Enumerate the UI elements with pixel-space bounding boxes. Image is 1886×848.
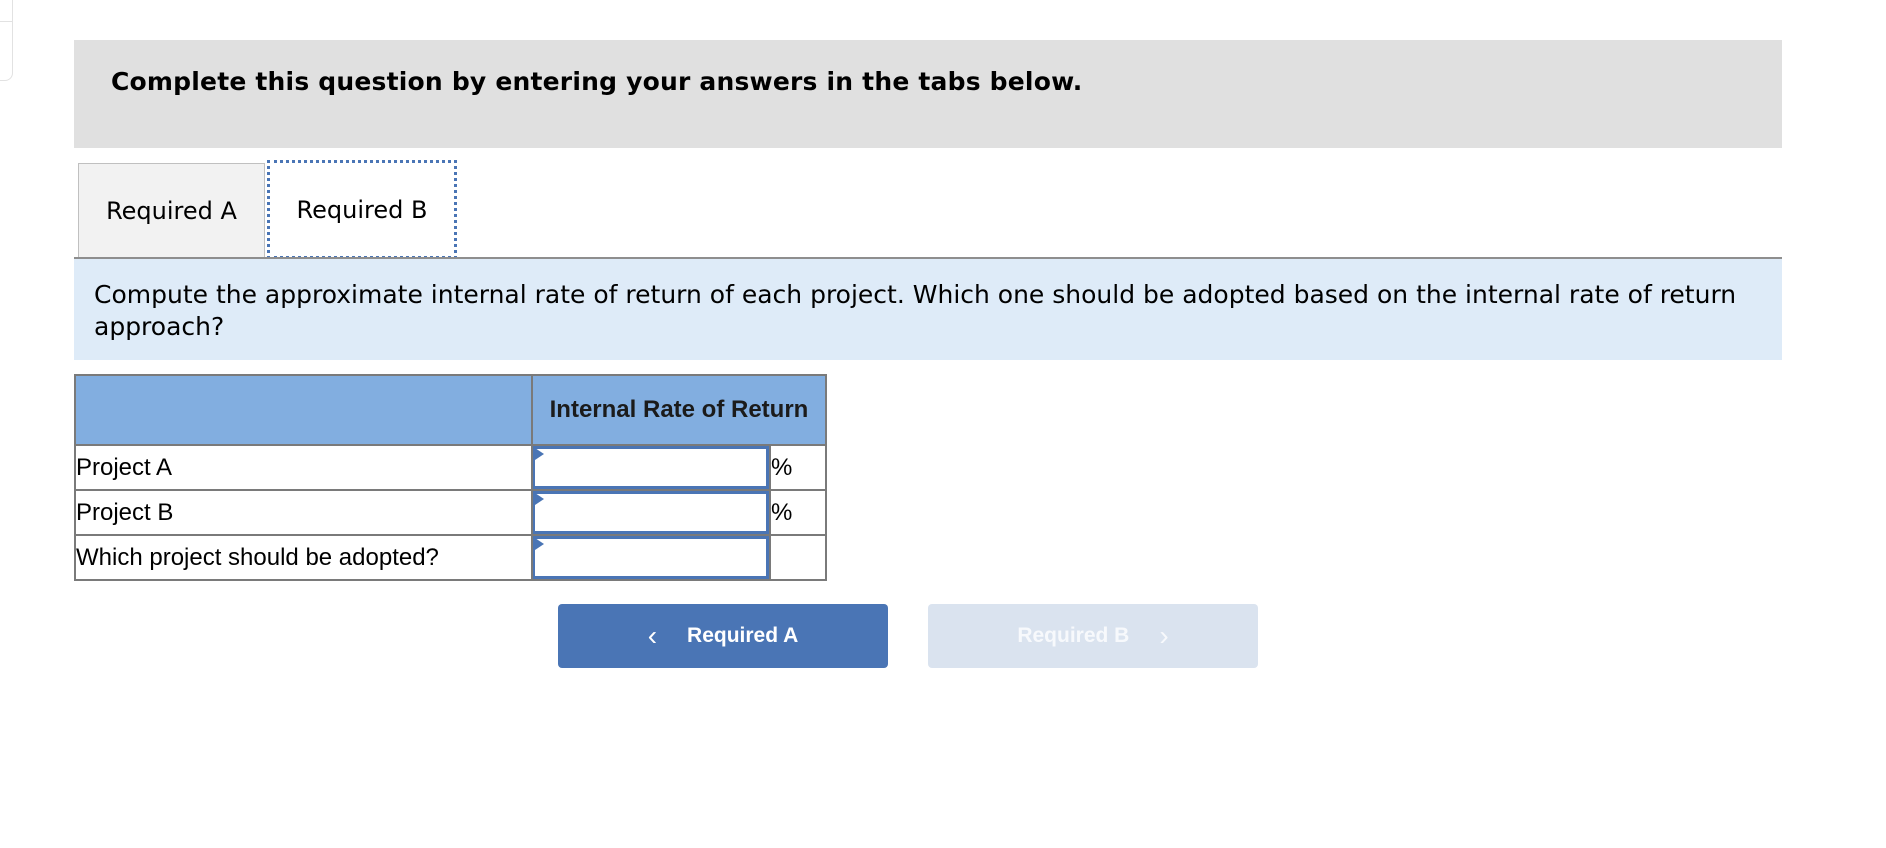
row-label: Project B bbox=[74, 489, 533, 536]
header-irr: Internal Rate of Return bbox=[531, 374, 827, 446]
tab-required-a[interactable]: Required A bbox=[78, 163, 265, 257]
unit-label bbox=[769, 534, 827, 581]
top-left-panel-edge bbox=[0, 0, 13, 81]
instructions-text: Compute the approximate internal rate of… bbox=[94, 280, 1737, 341]
adopted-project-input[interactable] bbox=[533, 536, 769, 579]
input-cell bbox=[531, 489, 771, 536]
project-b-irr-input[interactable] bbox=[533, 491, 769, 534]
header-blank bbox=[74, 374, 533, 446]
input-marker-icon bbox=[535, 448, 544, 460]
prev-required-a-button[interactable]: ‹ Required A bbox=[558, 604, 888, 668]
question-banner: Complete this question by entering your … bbox=[74, 40, 1782, 148]
chevron-left-icon: ‹ bbox=[647, 620, 658, 651]
next-button-label: Required B bbox=[1017, 624, 1130, 647]
table-row: Project B % bbox=[74, 489, 827, 536]
tab-required-b[interactable]: Required B bbox=[267, 160, 457, 259]
input-marker-icon bbox=[535, 538, 544, 550]
irr-table: Internal Rate of Return Project A % Proj… bbox=[74, 374, 827, 581]
instructions-panel: Compute the approximate internal rate of… bbox=[74, 259, 1782, 360]
input-cell bbox=[531, 444, 771, 491]
input-marker-icon bbox=[535, 493, 544, 505]
row-label: Project A bbox=[74, 444, 533, 491]
next-required-b-button[interactable]: Required B › bbox=[928, 604, 1258, 668]
row-label: Which project should be adopted? bbox=[74, 534, 533, 581]
table-header-row: Internal Rate of Return bbox=[74, 374, 827, 446]
chevron-right-icon: › bbox=[1159, 620, 1169, 651]
table-row: Project A % bbox=[74, 444, 827, 491]
prev-button-label: Required A bbox=[687, 624, 799, 647]
banner-text: Complete this question by entering your … bbox=[111, 67, 1083, 96]
project-a-irr-input[interactable] bbox=[533, 446, 769, 489]
unit-label: % bbox=[769, 444, 827, 491]
table-row: Which project should be adopted? bbox=[74, 534, 827, 581]
unit-label: % bbox=[769, 489, 827, 536]
input-cell bbox=[531, 534, 771, 581]
